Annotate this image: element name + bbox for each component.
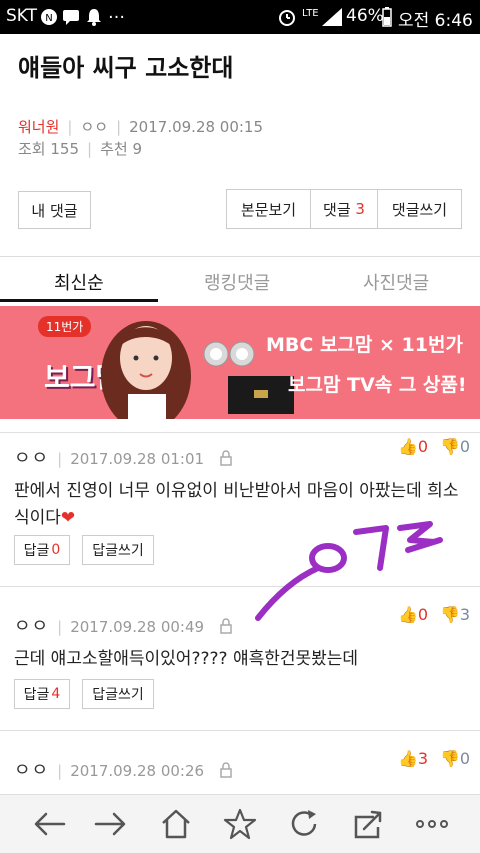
my-comments-label: 내 댓글	[31, 201, 78, 220]
model-photo	[101, 321, 191, 419]
banner-brand: MBC 보그맘 × 11번가	[266, 334, 463, 356]
earrings-image	[203, 341, 255, 367]
comment-date: 2017.09.28 01:01	[70, 450, 205, 468]
battery-icon	[382, 7, 392, 27]
downvote-button[interactable]: 👎0	[440, 749, 470, 768]
upvote-button[interactable]: 👍0	[398, 437, 428, 456]
post-author[interactable]: 워너원	[18, 118, 59, 136]
thumbs-down-icon: 👎	[440, 749, 460, 768]
network-label: LTE	[302, 8, 319, 19]
downvote-count: 0	[459, 749, 471, 768]
signal-icon	[322, 8, 342, 26]
lock-icon	[220, 618, 232, 634]
message-icon: N	[41, 9, 57, 25]
status-bar: SKT N … LTE 46% 오전 6:46	[0, 0, 480, 34]
comment-header: ㅇㅇ | 2017.09.28 01:01	[14, 444, 233, 470]
post-meta: 워너원 | ㅇㅇ | 2017.09.28 00:15	[18, 118, 264, 136]
comment-divider	[0, 432, 480, 433]
post-stats: 조회 155 | 추천 9	[18, 140, 143, 158]
thumbs-down-icon: 👎	[440, 437, 460, 456]
lock-icon	[220, 762, 232, 778]
comments-label: 댓글	[323, 200, 351, 219]
comment-date: 2017.09.28 00:26	[70, 762, 205, 780]
comment-tabs: 최신순 랭킹댓글 사진댓글	[0, 256, 480, 304]
active-tab-indicator	[0, 299, 158, 302]
view-body-button[interactable]: 본문보기	[226, 189, 311, 229]
post-nickname: ㅇㅇ	[80, 118, 109, 136]
tab-ranking[interactable]: 랭킹댓글	[204, 269, 270, 295]
write-comment-button[interactable]: 댓글쓰기	[377, 189, 462, 229]
thumbs-up-icon: 👍	[398, 437, 418, 456]
wallet-image	[228, 376, 294, 414]
tab-latest[interactable]: 최신순	[54, 269, 104, 295]
refresh-icon[interactable]	[286, 807, 322, 841]
thumbs-up-icon: 👍	[398, 749, 418, 768]
bookmark-star-icon[interactable]	[222, 807, 258, 841]
back-icon[interactable]	[32, 807, 68, 841]
ad-banner[interactable]: 11번가 보그맘 MBC 보그맘 × 11번가 보그맘 TV속 그 상품!	[0, 306, 480, 419]
share-icon[interactable]	[350, 807, 386, 841]
bell-icon	[87, 9, 101, 26]
comment-nickname: ㅇㅇ	[14, 616, 50, 637]
recommend-count: 9	[132, 140, 143, 158]
write-reply-button[interactable]: 답글쓰기	[82, 535, 154, 565]
upvote-count: 3	[417, 749, 429, 768]
comment-divider	[0, 730, 480, 731]
comments-count: 3	[355, 200, 365, 218]
downvote-count: 0	[459, 437, 471, 456]
views-label: 조회	[18, 140, 46, 158]
tab-photo[interactable]: 사진댓글	[363, 269, 429, 295]
battery-percent: 46%	[346, 6, 384, 26]
recommend-label: 추천	[100, 140, 128, 158]
svg-text:N: N	[45, 13, 52, 24]
handwriting-scribble	[255, 521, 443, 621]
browser-toolbar	[0, 794, 480, 853]
alarm-icon	[279, 10, 295, 26]
forward-icon[interactable]	[92, 807, 128, 841]
home-icon[interactable]	[158, 807, 194, 841]
post-title: 얘들아 씨구 고소한대	[18, 54, 234, 82]
lock-icon	[220, 450, 232, 466]
comment-header: ㅇㅇ | 2017.09.28 00:49	[14, 612, 233, 638]
upvote-count: 0	[417, 437, 429, 456]
write-reply-button[interactable]: 답글쓰기	[82, 679, 154, 709]
banner-badge: 11번가	[38, 316, 92, 337]
comment-nickname: ㅇㅇ	[14, 760, 50, 781]
comments-button[interactable]: 댓글 3	[310, 189, 378, 229]
downvote-button[interactable]: 👎0	[440, 437, 470, 456]
downvote-count: 3	[459, 605, 471, 624]
reply-button[interactable]: 답글 4	[14, 679, 70, 709]
more-dots-icon: …	[108, 3, 125, 23]
upvote-button[interactable]: 👍3	[398, 749, 428, 768]
comment-nickname: ㅇㅇ	[14, 448, 50, 469]
banner-tagline: 보그맘 TV속 그 상품!	[288, 374, 467, 396]
reply-button[interactable]: 답글 0	[14, 535, 70, 565]
comment-header: ㅇㅇ | 2017.09.28 00:26	[14, 756, 233, 782]
more-icon[interactable]	[412, 807, 452, 841]
chat-icon	[63, 10, 79, 25]
my-comments-button[interactable]: 내 댓글	[18, 191, 91, 229]
views-count: 155	[50, 140, 80, 158]
comment-text: 근데 얘고소할애득이있어???? 얘흑한건못봤는데	[14, 649, 359, 669]
comment-date: 2017.09.28 00:49	[70, 618, 205, 636]
write-comment-label: 댓글쓰기	[391, 200, 448, 219]
clock: 오전 6:46	[398, 11, 473, 31]
carrier-label: SKT	[6, 6, 38, 26]
post-date: 2017.09.28 00:15	[129, 118, 264, 136]
heart-icon: ❤	[60, 508, 76, 528]
view-body-label: 본문보기	[240, 200, 297, 219]
